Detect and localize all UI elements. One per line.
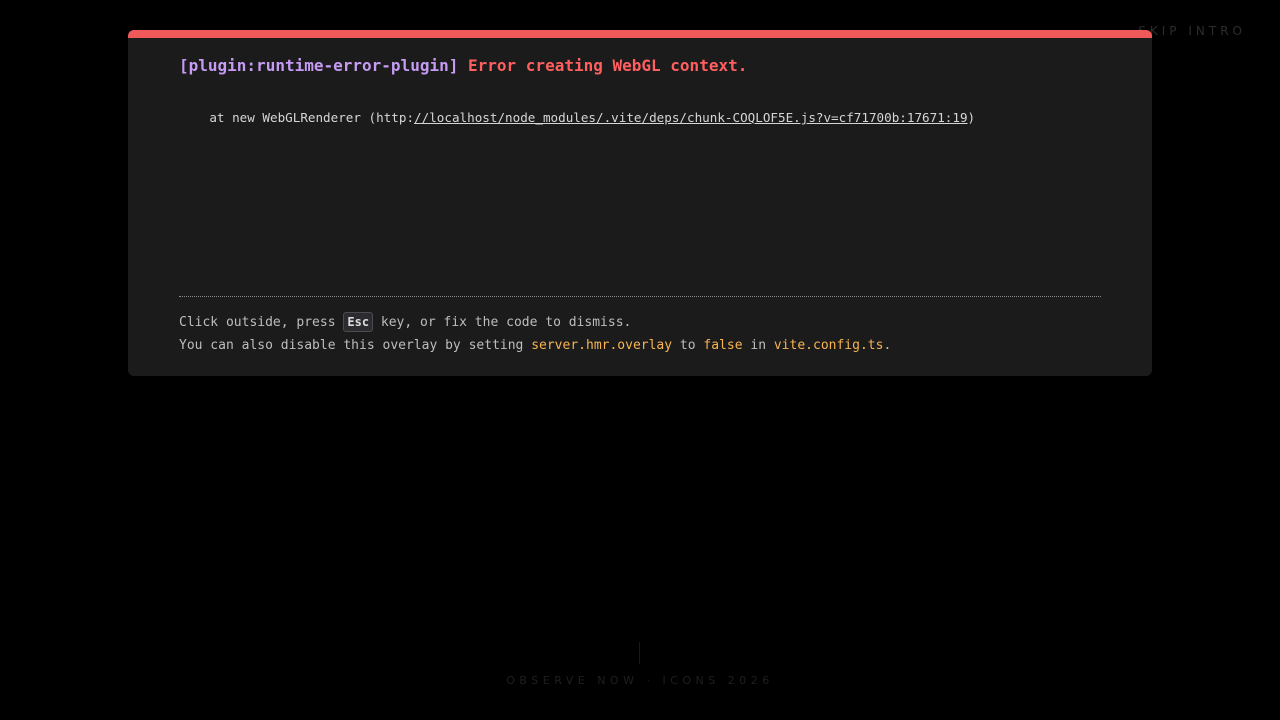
stack-file-link[interactable]: //localhost/node_modules/.vite/deps/chun… [414,110,968,125]
tip-text: key, or fix the code to dismiss. [373,315,632,330]
page: SKIP INTRO OBSERVE NOW · ICONS 2026 [plu… [0,0,1280,720]
overlay-divider [179,296,1101,297]
dismiss-tip: Click outside, press Esc key, or fix the… [179,312,631,333]
setting-name: server.hmr.overlay [531,338,673,353]
plugin-name: [plugin:runtime-error-plugin] [179,56,459,75]
config-file: vite.config.ts [773,338,884,353]
stack-suffix: ) [967,110,976,125]
footer-caption: OBSERVE NOW · ICONS 2026 [506,674,774,687]
stack-prefix: at new WebGLRenderer (http: [179,110,415,125]
skip-intro-button[interactable]: SKIP INTRO [1138,24,1246,38]
tip-text: to [672,338,704,353]
error-message: [plugin:runtime-error-plugin] Error crea… [179,56,747,76]
setting-value: false [703,338,743,353]
tip-text: You can also disable this overlay by set… [179,338,532,353]
footer-divider [639,642,640,664]
tip-text: in [742,338,774,353]
disable-tip: You can also disable this overlay by set… [179,336,891,356]
tip-text: . [883,338,892,353]
stack-trace: at new WebGLRenderer (http://localhost/n… [179,110,975,126]
error-text: Error creating WebGL context. [468,56,748,75]
tip-text: Click outside, press [179,315,344,330]
esc-key: Esc [343,312,374,332]
error-overlay[interactable]: [plugin:runtime-error-plugin] Error crea… [128,30,1152,376]
